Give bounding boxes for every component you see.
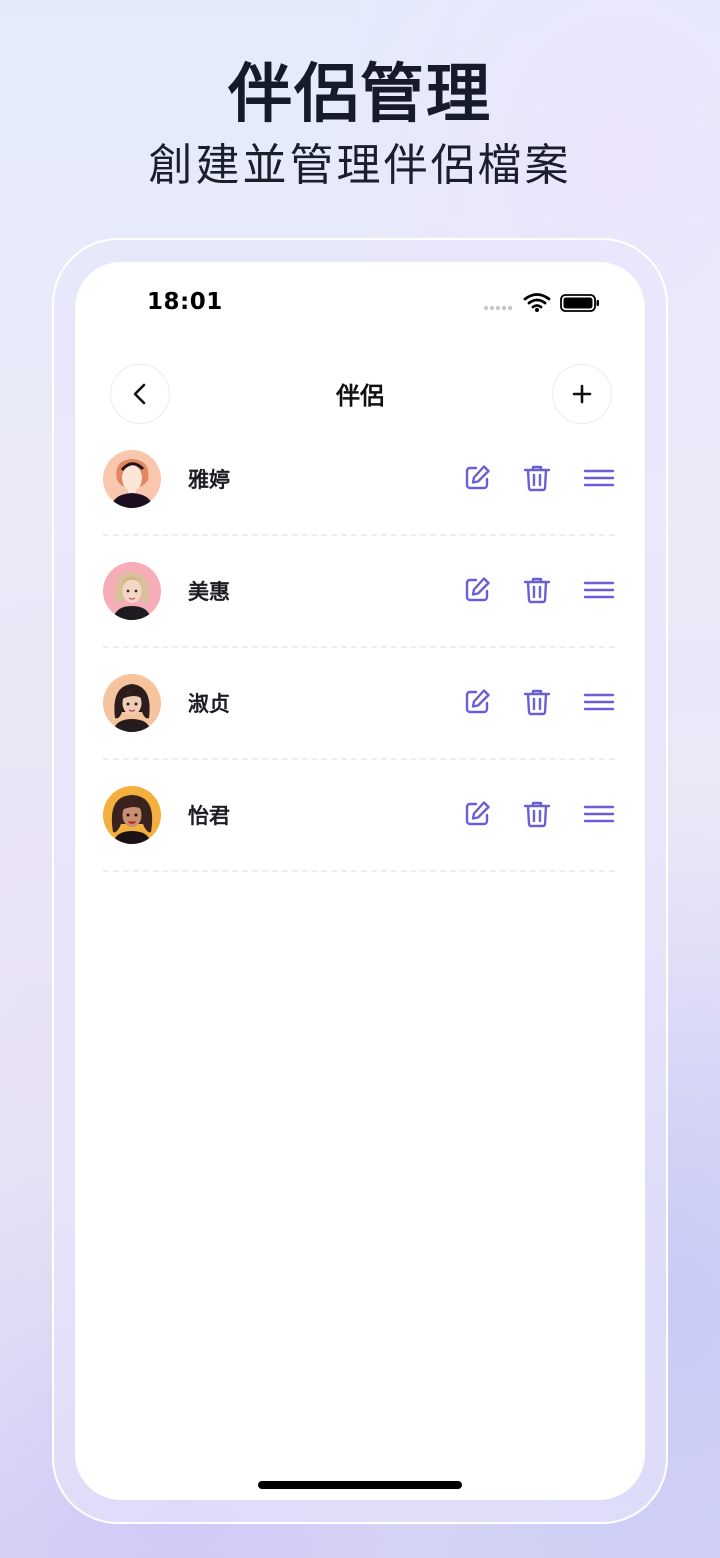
- promo-header: 伴侶管理 創建並管理伴侶檔案: [0, 55, 720, 195]
- partner-row[interactable]: 淑贞: [103, 646, 615, 760]
- drag-handle-icon[interactable]: [583, 574, 615, 606]
- edit-icon[interactable]: [461, 686, 493, 718]
- partner-row[interactable]: 美惠: [103, 534, 615, 648]
- avatar: [103, 674, 161, 732]
- trash-icon[interactable]: [521, 686, 553, 718]
- avatar: [103, 786, 161, 844]
- drag-handle-icon[interactable]: [583, 462, 615, 494]
- drag-handle-icon[interactable]: [583, 686, 615, 718]
- partner-row[interactable]: 怡君: [103, 758, 615, 872]
- avatar: [103, 562, 161, 620]
- battery-icon: [560, 294, 599, 312]
- partner-name: 美惠: [188, 580, 230, 604]
- edit-icon[interactable]: [461, 798, 493, 830]
- drag-handle-icon[interactable]: [583, 798, 615, 830]
- cellular-signal-icon: [483, 305, 513, 311]
- plus-icon: [572, 384, 592, 404]
- add-partner-button[interactable]: [552, 364, 612, 424]
- edit-icon[interactable]: [461, 574, 493, 606]
- partner-name: 雅婷: [188, 468, 230, 492]
- trash-icon[interactable]: [521, 574, 553, 606]
- partner-name: 淑贞: [188, 692, 230, 716]
- promo-title: 伴侶管理: [228, 58, 492, 132]
- status-icons: [483, 293, 599, 312]
- status-time: 18:01: [147, 289, 223, 315]
- partner-row[interactable]: 雅婷: [103, 422, 615, 536]
- trash-icon[interactable]: [521, 462, 553, 494]
- partner-name: 怡君: [188, 804, 230, 828]
- avatar: [103, 450, 161, 508]
- wifi-icon: [523, 293, 551, 309]
- promo-subtitle: 創建並管理伴侶檔案: [148, 140, 572, 191]
- trash-icon[interactable]: [521, 798, 553, 830]
- home-indicator[interactable]: [258, 1481, 462, 1489]
- edit-icon[interactable]: [461, 462, 493, 494]
- phone-screen: 18:01 伴侶 雅婷 美惠 淑贞 怡君: [75, 262, 645, 1500]
